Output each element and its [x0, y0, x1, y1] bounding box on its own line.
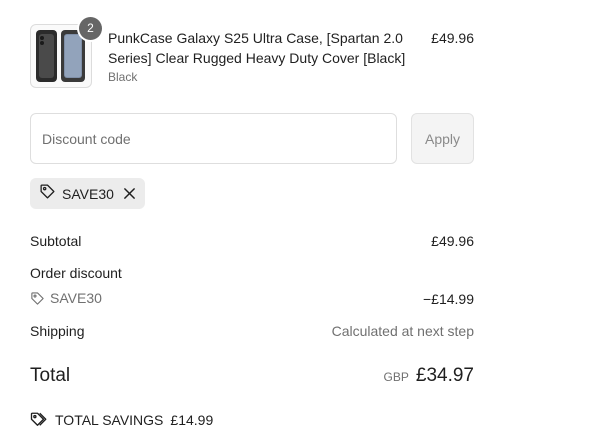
apply-discount-button[interactable]: Apply [411, 113, 474, 164]
discount-value: −£14.99 [423, 291, 474, 307]
total-label: Total [30, 365, 71, 386]
subtotal-value: £49.96 [431, 233, 474, 249]
quantity-badge: 2 [79, 17, 102, 40]
applied-discount-code: SAVE30 [62, 185, 114, 202]
discount-code-label: SAVE30 [50, 290, 102, 306]
total-amount: £34.97 [415, 365, 474, 386]
product-variant: Black [108, 70, 138, 84]
total-savings-label: TOTAL SAVINGS [55, 412, 164, 428]
applied-discount-chip: SAVE30 [30, 178, 145, 209]
total-savings-value: £14.99 [170, 412, 214, 428]
close-icon[interactable] [123, 187, 136, 200]
shipping-label: Shipping [30, 323, 85, 339]
double-tag-icon [30, 412, 47, 426]
total-savings: TOTAL SAVINGS £14.99 [30, 411, 213, 429]
total-amount-group: GBP £34.97 [384, 365, 474, 387]
discount-code-line: SAVE30 [30, 290, 102, 306]
product-price: £49.96 [431, 30, 474, 46]
currency-code: GBP [383, 370, 409, 384]
shipping-value: Calculated at next step [331, 323, 474, 339]
subtotal-label: Subtotal [30, 233, 82, 249]
discount-code-input[interactable] [30, 113, 397, 164]
order-discount-label: Order discount [30, 265, 122, 281]
product-title: PunkCase Galaxy S25 Ultra Case, [Spartan… [108, 30, 406, 66]
tag-icon [31, 291, 44, 305]
tag-icon [39, 183, 56, 205]
